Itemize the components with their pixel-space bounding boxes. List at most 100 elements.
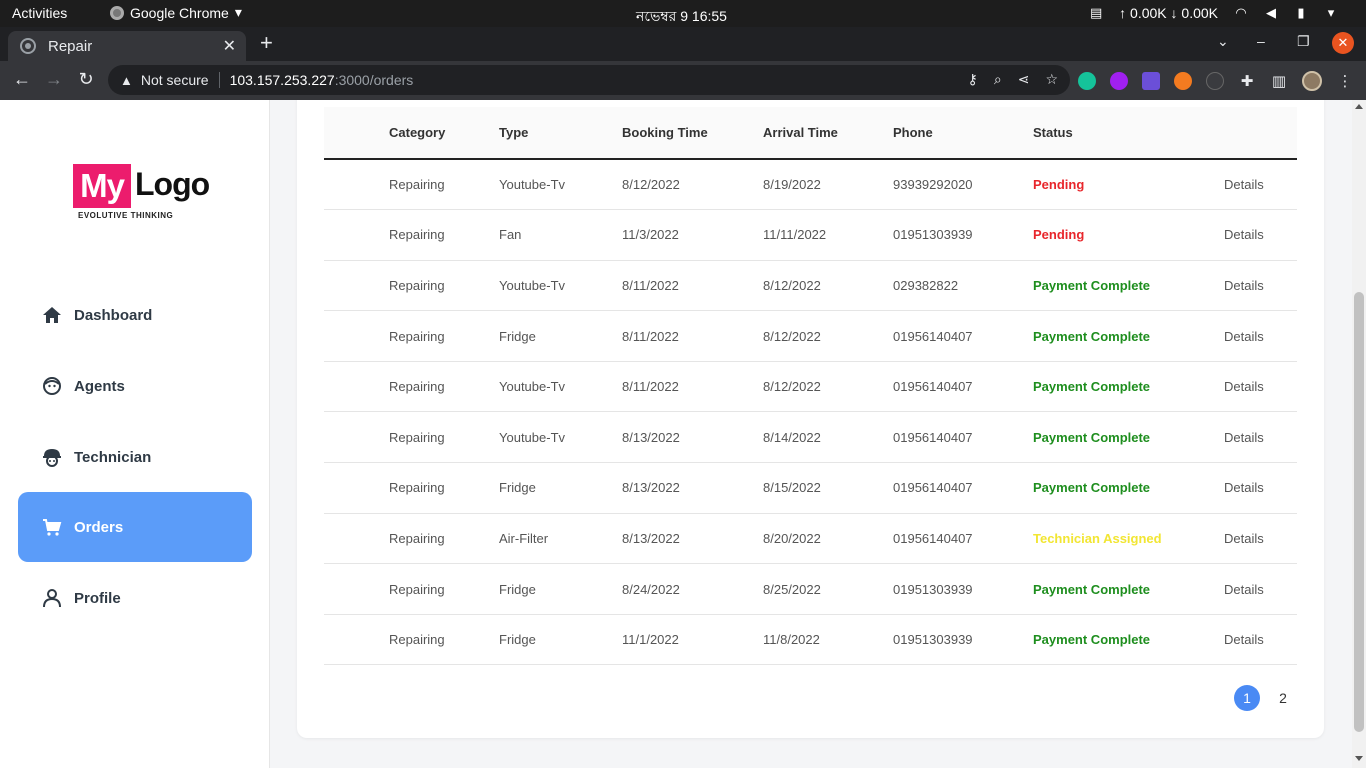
table-row: Repairing Youtube-Tv 8/11/2022 8/12/2022 029… <box>324 260 1297 312</box>
cell-arrival-time: 8/12/2022 <box>763 260 893 312</box>
cart-icon <box>40 515 64 539</box>
b-extension-icon[interactable] <box>1206 72 1224 90</box>
scroll-up-icon[interactable] <box>1355 104 1363 109</box>
column-header-arrival-time[interactable]: Arrival Time <box>763 107 893 160</box>
grammarly-extension-icon[interactable] <box>1078 72 1096 90</box>
details-link[interactable]: Details <box>1224 361 1297 413</box>
activities-button[interactable]: Activities <box>12 5 67 21</box>
cell-arrival-time: 8/12/2022 <box>763 361 893 413</box>
cell-booking-time: 8/13/2022 <box>622 462 763 514</box>
cell-arrival-time: 8/14/2022 <box>763 411 893 464</box>
scrollbar-thumb[interactable] <box>1354 292 1364 732</box>
kebab-menu-icon[interactable]: ⋮ <box>1336 72 1354 90</box>
star-icon[interactable]: ☆ <box>1045 71 1058 88</box>
address-bar[interactable]: ▲ Not secure 103.157.253.227:3000/orders… <box>108 65 1070 95</box>
tab-strip: Repair ✕ <box>0 27 1366 61</box>
cell-phone: 01956140407 <box>893 411 1033 464</box>
browser-tab[interactable]: Repair ✕ <box>8 31 246 61</box>
status-badge: Payment Complete <box>1033 411 1224 464</box>
purple-extension-icon[interactable] <box>1110 72 1128 90</box>
cell-phone: 93939292020 <box>893 159 1033 211</box>
minimize-icon[interactable]: – <box>1257 33 1265 49</box>
details-link[interactable]: Details <box>1224 310 1297 362</box>
sidebar-item-technician[interactable]: Technician <box>18 422 252 492</box>
cell-category: Repairing <box>389 159 499 211</box>
cell-booking-time: 11/1/2022 <box>622 614 763 666</box>
key-icon[interactable]: ⚷ <box>968 71 978 88</box>
details-link[interactable]: Details <box>1224 411 1297 464</box>
details-link[interactable]: Details <box>1224 614 1297 666</box>
column-header-category[interactable]: Category <box>389 107 499 160</box>
cell-arrival-time: 11/11/2022 <box>763 209 893 261</box>
forward-icon[interactable]: → <box>43 69 65 90</box>
puzzle-icon[interactable]: ✚ <box>1238 72 1256 90</box>
logo-my: My <box>73 164 131 208</box>
cell-blank <box>324 513 389 565</box>
system-tray[interactable]: ▤ ↑ 0.00K ↓ 0.00K ◠ ◀ ▮ ▾ <box>1089 5 1338 21</box>
screen-extension-icon[interactable] <box>1142 72 1160 90</box>
zoom-icon[interactable]: ⌕ <box>994 71 1002 88</box>
sidebar-item-orders[interactable]: Orders <box>18 492 252 562</box>
cell-arrival-time: 11/8/2022 <box>763 614 893 666</box>
back-icon[interactable]: ← <box>11 69 33 90</box>
cell-type: Fridge <box>499 310 622 362</box>
details-link[interactable]: Details <box>1224 260 1297 312</box>
new-tab-icon[interactable]: + <box>260 32 273 54</box>
details-link[interactable]: Details <box>1224 159 1297 211</box>
clipboard-icon[interactable]: ▤ <box>1089 5 1103 20</box>
close-tab-icon[interactable]: ✕ <box>223 36 236 56</box>
details-link[interactable]: Details <box>1224 209 1297 261</box>
column-header-status[interactable]: Status <box>1033 107 1224 160</box>
details-link[interactable]: Details <box>1224 462 1297 514</box>
page-scrollbar[interactable] <box>1352 100 1366 768</box>
cell-category: Repairing <box>389 411 499 464</box>
security-label[interactable]: Not secure <box>141 72 209 88</box>
extensions-area: ✚ ▥ ⋮ <box>1078 71 1354 91</box>
window-close-icon[interactable]: ✕ <box>1332 32 1354 54</box>
page-button-1[interactable]: 1 <box>1234 685 1260 711</box>
warning-icon[interactable]: ▲ <box>120 73 133 88</box>
cell-phone: 01956140407 <box>893 310 1033 362</box>
clock[interactable]: নভেম্বর 9 16:55 <box>636 5 727 29</box>
sidebar-item-agents[interactable]: Agents <box>18 351 252 421</box>
pagination: 1 2 <box>1234 685 1296 711</box>
column-header-phone[interactable]: Phone <box>893 107 1033 160</box>
table-row: Repairing Fridge 8/24/2022 8/25/2022 0195130… <box>324 563 1297 615</box>
restore-icon[interactable]: ❐ <box>1297 33 1310 50</box>
cell-category: Repairing <box>389 563 499 615</box>
sidebar-item-dashboard[interactable]: Dashboard <box>18 280 252 350</box>
table-row: Repairing Youtube-Tv 8/12/2022 8/19/2022 939… <box>324 159 1297 211</box>
net-speed: ↑ 0.00K ↓ 0.00K <box>1119 5 1218 21</box>
column-header-booking-time[interactable]: Booking Time <box>622 107 763 160</box>
orange-extension-icon[interactable] <box>1174 72 1192 90</box>
reload-icon[interactable]: ↻ <box>75 69 97 90</box>
divider <box>218 72 220 88</box>
app-menu[interactable]: Google Chrome ▾ <box>110 4 242 21</box>
omnibox-actions: ⚷ ⌕ ⋖ ☆ <box>968 71 1058 88</box>
cell-booking-time: 8/13/2022 <box>622 513 763 565</box>
table-row: Repairing Youtube-Tv 8/11/2022 8/12/2022 019… <box>324 361 1297 413</box>
app-logo[interactable]: My Logo EVOLUTIVE THINKING <box>73 164 213 220</box>
table-row: Repairing Fan 11/3/2022 11/11/2022 019513039… <box>324 209 1297 261</box>
agent-face-icon <box>40 374 64 398</box>
profile-avatar[interactable] <box>1302 71 1322 91</box>
details-link[interactable]: Details <box>1224 513 1297 565</box>
cell-type: Fridge <box>499 563 622 615</box>
sidebar-item-label: Profile <box>74 589 121 607</box>
cell-type: Fan <box>499 209 622 261</box>
side-panel-icon[interactable]: ▥ <box>1270 72 1288 90</box>
status-badge: Pending <box>1033 159 1224 211</box>
cell-arrival-time: 8/19/2022 <box>763 159 893 211</box>
table-row: Repairing Fridge 11/1/2022 11/8/2022 0195130… <box>324 614 1297 666</box>
scroll-down-icon[interactable] <box>1355 756 1363 761</box>
column-header-type[interactable]: Type <box>499 107 622 160</box>
cell-booking-time: 8/24/2022 <box>622 563 763 615</box>
cell-booking-time: 8/13/2022 <box>622 411 763 464</box>
share-icon[interactable]: ⋖ <box>1018 71 1030 88</box>
table-row: Repairing Youtube-Tv 8/13/2022 8/14/2022 019… <box>324 411 1297 464</box>
cell-booking-time: 8/11/2022 <box>622 361 763 413</box>
tab-search-icon[interactable]: ⌄ <box>1217 33 1229 50</box>
details-link[interactable]: Details <box>1224 563 1297 615</box>
page-button-2[interactable]: 2 <box>1270 685 1296 711</box>
sidebar-item-profile[interactable]: Profile <box>18 563 252 633</box>
